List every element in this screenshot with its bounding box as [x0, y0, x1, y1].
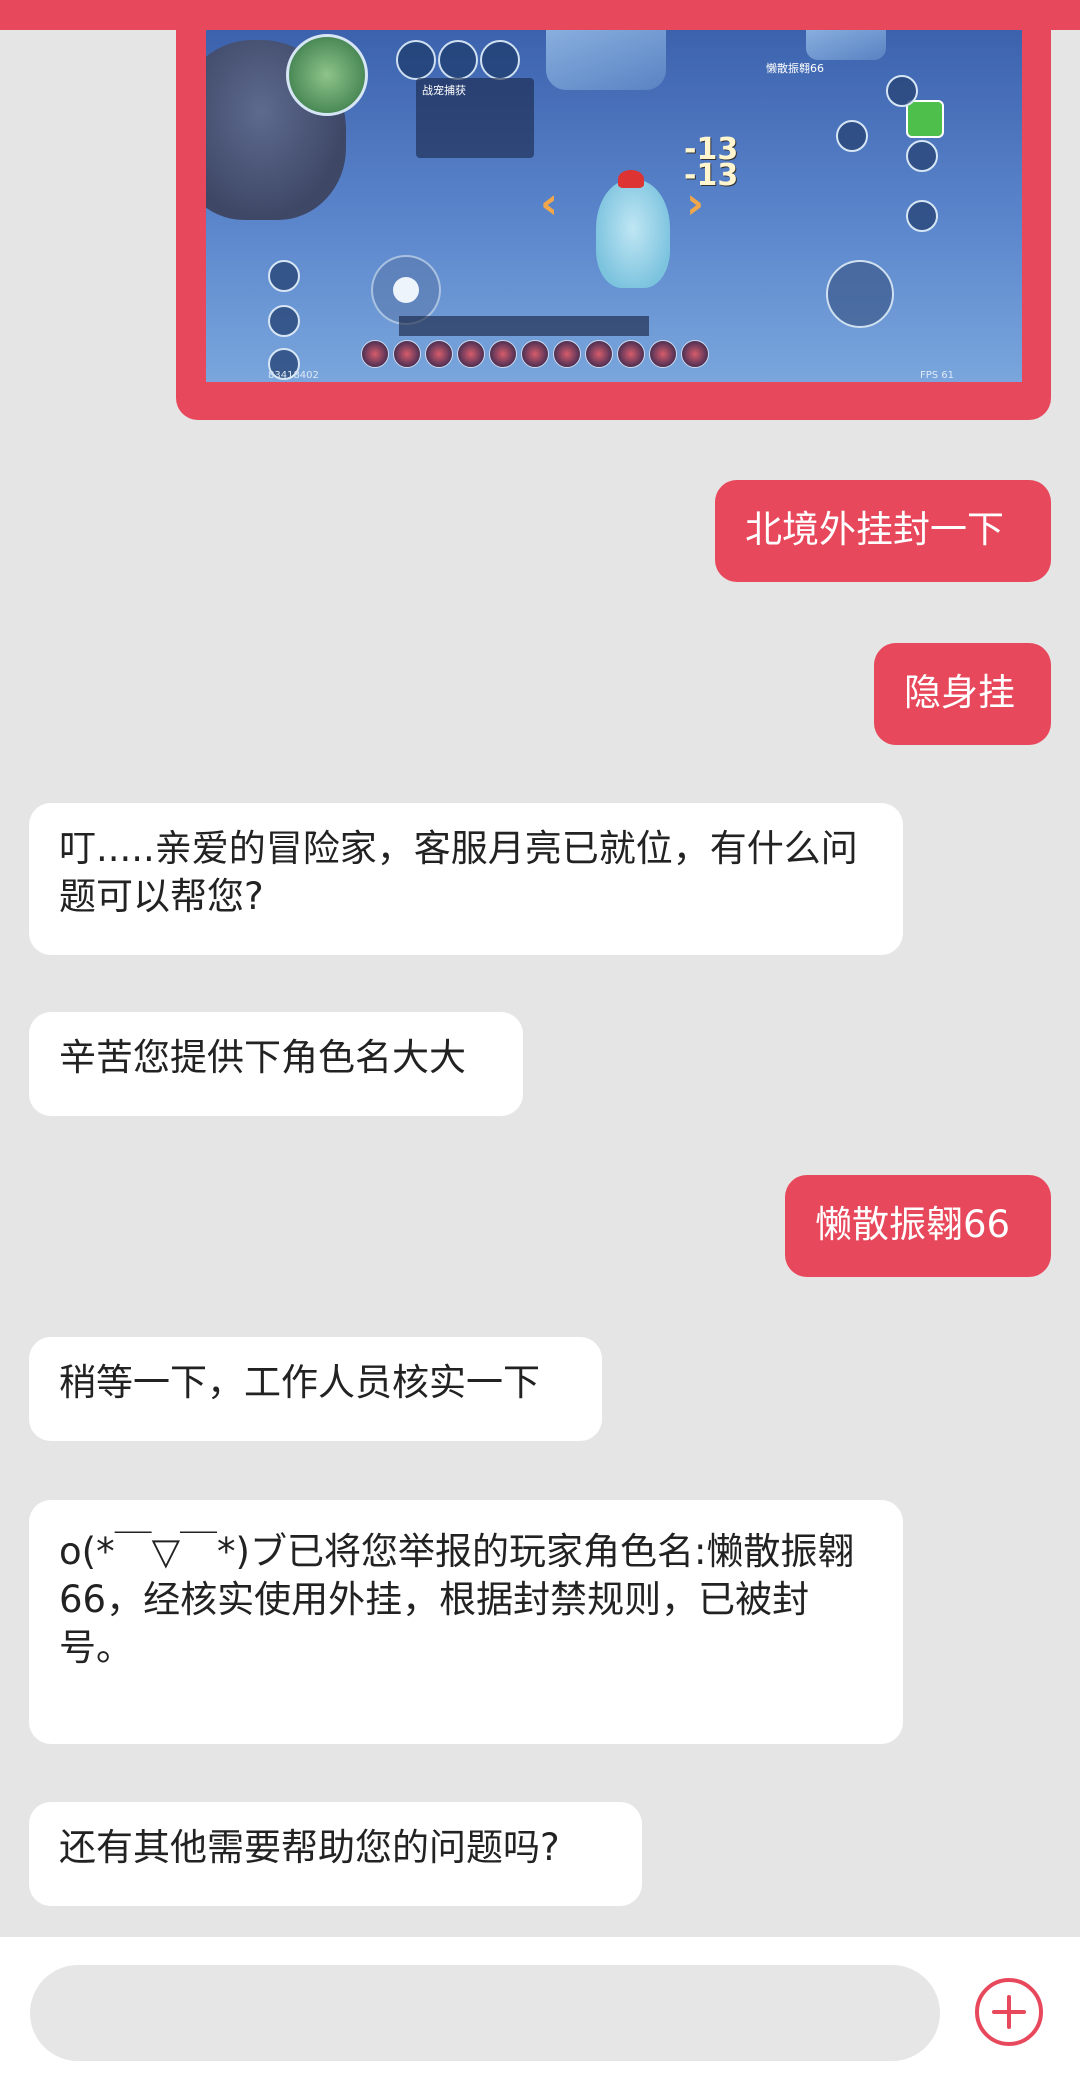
chevron-up-icon: [906, 200, 938, 232]
fps-label: FPS 61: [920, 370, 955, 381]
quest-title: 战宠捕获: [422, 84, 466, 97]
received-message[interactable]: 还有其他需要帮助您的问题吗?: [29, 1802, 642, 1906]
sent-message[interactable]: 北境外挂封一下: [715, 480, 1051, 582]
plus-circle-icon[interactable]: [975, 1978, 1043, 2046]
skill-bar: [361, 340, 709, 368]
received-message[interactable]: 叮.....亲爱的冒险家，客服月亮已就位，有什么问题可以帮您?: [29, 803, 903, 955]
world-chat-line: [399, 316, 649, 336]
minimap: [286, 34, 368, 116]
game-badge: [906, 100, 944, 138]
sword-attack-icon: [826, 260, 894, 328]
received-message[interactable]: 辛苦您提供下角色名大大: [29, 1012, 523, 1116]
sent-image-message[interactable]: 战宠捕获 懒散振翱66 -13 -13 ‹ › 83418402 FPS 61: [176, 0, 1051, 420]
virtual-joystick: [371, 255, 441, 325]
arrow-left-icon: ‹: [540, 178, 559, 229]
sent-message[interactable]: 隐身挂: [874, 643, 1051, 745]
message-composer: [0, 1937, 1080, 2090]
horseshoe-icon: [906, 140, 938, 172]
chat-icon: [268, 305, 300, 337]
received-message[interactable]: o(*￣▽￣*)ブ已将您举报的玩家角色名:懒散振翱66，经核实使用外挂，根据封禁…: [29, 1500, 903, 1744]
quest-panel: 战宠捕获: [416, 78, 534, 158]
home-icon: [438, 40, 478, 80]
tree-icon: [268, 260, 300, 292]
message-input[interactable]: [30, 1965, 940, 2061]
received-message[interactable]: 稍等一下，工作人员核实一下: [29, 1337, 602, 1441]
mail-icon: [396, 40, 436, 80]
player-id-label: 83418402: [268, 370, 319, 381]
arrow-right-icon: ›: [686, 178, 705, 229]
player-character: [596, 170, 670, 288]
game-screenshot-image[interactable]: 战宠捕获 懒散振翱66 -13 -13 ‹ › 83418402 FPS 61: [206, 30, 1022, 382]
sent-message[interactable]: 懒散振翱66: [785, 1175, 1051, 1277]
helmet-icon: [886, 75, 918, 107]
settings-icon: [480, 40, 520, 80]
anchor-icon: [836, 120, 868, 152]
target-name-label: 懒散振翱66: [766, 62, 824, 75]
